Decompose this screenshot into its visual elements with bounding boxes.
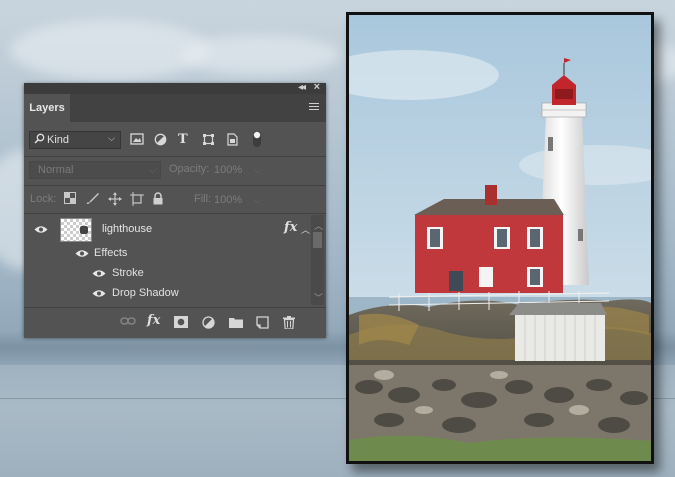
effects-row[interactable]: Effects: [24, 243, 311, 263]
chevron-down-icon[interactable]: ﹀: [314, 291, 323, 304]
chevron-down-icon[interactable]: ⌵: [254, 191, 261, 209]
link-layers-icon[interactable]: [120, 316, 136, 330]
adjustment-layer-icon[interactable]: [202, 316, 218, 330]
lighthouse-illustration: [349, 15, 651, 461]
lock-row: Lock: Fill: 100% ⌵: [24, 191, 326, 209]
smart-object-filter-icon[interactable]: [226, 133, 242, 147]
blend-row: Normal ⌵ Opacity: 100% ⌵: [24, 161, 326, 181]
lock-label: Lock:: [30, 193, 57, 205]
panel-title-bar[interactable]: ◂◂ ×: [24, 81, 326, 94]
scroll-thumb[interactable]: [313, 232, 322, 248]
opacity-label: Opacity:: [169, 163, 210, 175]
eye-icon[interactable]: [92, 269, 106, 278]
layer-filter-row: Kind ⌵ T: [24, 130, 326, 152]
close-icon[interactable]: ×: [314, 81, 320, 93]
blend-mode-select[interactable]: Normal ⌵: [29, 161, 161, 179]
layer-name[interactable]: lighthouse: [102, 223, 152, 235]
blend-mode-value: Normal: [38, 164, 74, 176]
new-group-icon[interactable]: [229, 316, 245, 330]
fx-badge[interactable]: fx: [284, 220, 297, 235]
effects-label: Effects: [94, 247, 128, 259]
filter-toggle-icon[interactable]: [252, 130, 268, 147]
shape-filter-icon[interactable]: [202, 133, 218, 147]
chevron-up-icon[interactable]: ︿: [301, 223, 310, 236]
effect-label: Stroke: [112, 267, 144, 279]
kind-filter-label: Kind: [47, 134, 70, 146]
fill-label: Fill:: [194, 193, 212, 205]
effect-row-drop-shadow[interactable]: Drop Shadow: [24, 283, 311, 303]
lock-transparent-pixels-icon[interactable]: [64, 192, 78, 206]
new-layer-icon[interactable]: [256, 316, 272, 330]
image-filter-icon[interactable]: [130, 133, 146, 147]
search-icon: [34, 133, 45, 147]
chevron-down-icon: ⌵: [108, 133, 115, 143]
cloud: [10, 20, 210, 80]
layers-panel: ◂◂ × Layers Kind ⌵ T Normal ⌵ Opacity: 1…: [24, 81, 326, 338]
trash-icon[interactable]: [283, 316, 299, 330]
eye-icon[interactable]: [92, 289, 106, 298]
divider: [24, 156, 326, 157]
add-mask-icon[interactable]: [174, 316, 190, 330]
fx-icon[interactable]: fx: [147, 313, 163, 328]
cloud: [180, 35, 340, 75]
divider: [24, 213, 326, 214]
lock-image-pixels-icon[interactable]: [86, 192, 100, 206]
layer-list-scrollbar[interactable]: ︿ ﹀: [311, 215, 324, 305]
divider: [24, 185, 326, 186]
adjustment-filter-icon[interactable]: [154, 133, 170, 147]
tab-layers[interactable]: Layers: [24, 94, 70, 122]
double-chevron-left-icon[interactable]: ◂◂: [298, 82, 306, 93]
lighthouse-photo: [346, 12, 654, 464]
layer-thumbnail: [60, 218, 92, 242]
hamburger-icon[interactable]: [309, 103, 319, 112]
type-filter-icon[interactable]: T: [178, 133, 194, 147]
lock-position-icon[interactable]: [108, 192, 122, 206]
chevron-down-icon: ⌵: [149, 165, 156, 175]
eye-icon[interactable]: [75, 249, 89, 258]
lock-artboard-icon[interactable]: [130, 192, 144, 206]
effect-label: Drop Shadow: [112, 287, 179, 299]
panel-tab-strip: Layers: [24, 94, 326, 122]
fill-field[interactable]: 100%: [214, 191, 242, 209]
effect-row-stroke[interactable]: Stroke: [24, 263, 311, 283]
lock-all-icon[interactable]: [152, 192, 166, 206]
layer-list: lighthouse fx ︿ Effects Stroke Drop Shad…: [24, 215, 311, 305]
eye-icon[interactable]: [34, 225, 48, 234]
kind-filter-select[interactable]: Kind ⌵: [29, 131, 121, 149]
chevron-down-icon[interactable]: ⌵: [254, 161, 261, 179]
layer-row[interactable]: lighthouse fx ︿: [24, 215, 311, 243]
layers-bottom-toolbar: fx: [24, 307, 326, 338]
chevron-up-icon[interactable]: ︿: [314, 219, 323, 232]
